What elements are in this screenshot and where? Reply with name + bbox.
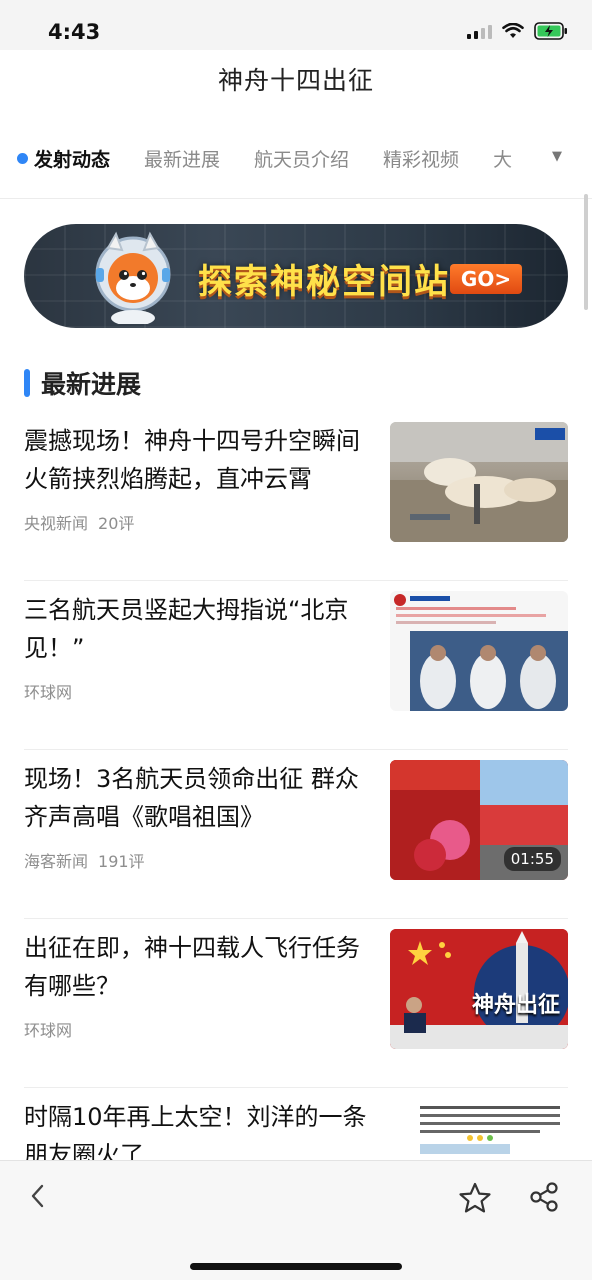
news-source: 环球网: [24, 683, 73, 702]
active-tab-dot: [17, 152, 28, 164]
promo-banner[interactable]: 探索神秘空间站 GO>: [24, 224, 568, 328]
banner-go-button[interactable]: GO>: [450, 264, 522, 294]
caret-down-icon[interactable]: ▼: [552, 149, 562, 164]
banner-headline: 探索神秘空间站: [198, 262, 450, 302]
divider: [0, 198, 592, 199]
news-item[interactable]: 震撼现场！神舟十四号升空瞬间火箭挟烈焰腾起，直冲云霄 央视新闻 20评: [0, 412, 592, 581]
home-indicator[interactable]: [190, 1263, 402, 1270]
news-item[interactable]: 出征在即，神十四载人飞行任务有哪些？ 环球网 神舟出征: [0, 919, 592, 1088]
news-title: 震撼现场！神舟十四号升空瞬间火箭挟烈焰腾起，直冲云霄: [24, 427, 360, 493]
section-header: 最新进展: [24, 364, 141, 402]
news-title: 三名航天员竖起大拇指说“北京见！”: [24, 596, 349, 662]
scrollbar[interactable]: [584, 194, 588, 310]
wifi-icon: [502, 23, 524, 38]
news-thumbnail[interactable]: [390, 591, 568, 711]
battery-charging-icon: [534, 22, 567, 40]
share-icon[interactable]: [528, 1181, 560, 1213]
news-source: 海客新闻: [24, 852, 89, 871]
news-title: 现场！3名航天员领命出征 群众齐声高唱《歌唱祖国》: [24, 765, 359, 831]
news-comment-count: 20评: [98, 514, 135, 533]
news-item[interactable]: 现场！3名航天员领命出征 群众齐声高唱《歌唱祖国》 海客新闻 191评 01:55: [0, 750, 592, 919]
bottom-toolbar: [0, 1160, 592, 1280]
tab-launch-news[interactable]: 发射动态: [17, 145, 110, 172]
tab-label: 发射动态: [34, 148, 111, 171]
news-meta: 央视新闻 20评: [24, 510, 134, 534]
chevron-left-icon[interactable]: [24, 1181, 54, 1211]
mascot-astronaut-icon: [95, 231, 171, 324]
page-title: 神舟十四出征: [0, 50, 592, 112]
status-time: 4:43: [48, 20, 101, 44]
news-video-thumbnail[interactable]: 01:55: [390, 760, 568, 880]
status-icons: [467, 22, 568, 40]
news-thumbnail[interactable]: [390, 422, 568, 542]
news-source: 环球网: [24, 1021, 73, 1040]
section-title: 最新进展: [41, 370, 142, 399]
news-thumbnail[interactable]: 神舟出征: [390, 929, 568, 1049]
tab-latest-progress[interactable]: 最新进展: [144, 145, 220, 172]
section-accent-bar: [24, 369, 30, 397]
news-meta: 环球网: [24, 1017, 72, 1041]
thumb-caption: 神舟出征: [472, 993, 561, 1018]
star-icon[interactable]: [458, 1181, 492, 1215]
news-list: 震撼现场！神舟十四号升空瞬间火箭挟烈焰腾起，直冲云霄 央视新闻 20评 三名航天员…: [0, 412, 592, 1257]
cellular-signal-icon: [467, 23, 492, 39]
news-meta: 环球网: [24, 679, 72, 703]
news-item[interactable]: 三名航天员竖起大拇指说“北京见！” 环球网: [0, 581, 592, 750]
news-comment-count: 191评: [98, 852, 145, 871]
tab-astronaut-intro[interactable]: 航天员介绍: [254, 145, 349, 172]
tab-bar: 发射动态 最新进展 航天员介绍 精彩视频 大 ▼: [0, 128, 592, 188]
video-duration: 01:55: [503, 847, 561, 871]
status-bar: 4:43: [0, 0, 592, 50]
tab-featured-videos[interactable]: 精彩视频: [383, 145, 459, 172]
rocket-launch-image: [390, 422, 568, 542]
astronauts-thumbs-up-image: [394, 594, 568, 711]
news-title: 出征在即，神十四载人飞行任务有哪些？: [24, 934, 360, 1000]
news-meta: 海客新闻 191评: [24, 848, 145, 872]
news-source: 央视新闻: [24, 514, 89, 533]
